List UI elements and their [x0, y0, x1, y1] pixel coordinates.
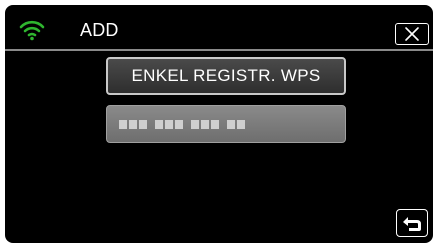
back-arrow-icon: [403, 217, 421, 231]
wifi-icon: [19, 19, 45, 41]
header-divider: [5, 49, 433, 51]
page-title: ADD: [80, 20, 119, 40]
close-icon: [405, 27, 419, 41]
masked-option-button[interactable]: [106, 105, 346, 143]
masked-text-icon: [119, 120, 245, 129]
back-button[interactable]: [396, 209, 428, 237]
close-button[interactable]: [395, 23, 429, 45]
header-bar: ADD: [5, 5, 433, 55]
wps-registration-label: ENKEL REGISTR. WPS: [131, 66, 321, 85]
wps-registration-button[interactable]: ENKEL REGISTR. WPS: [106, 57, 346, 95]
camera-screen: ADD ENKEL REGISTR. WPS: [5, 5, 433, 243]
